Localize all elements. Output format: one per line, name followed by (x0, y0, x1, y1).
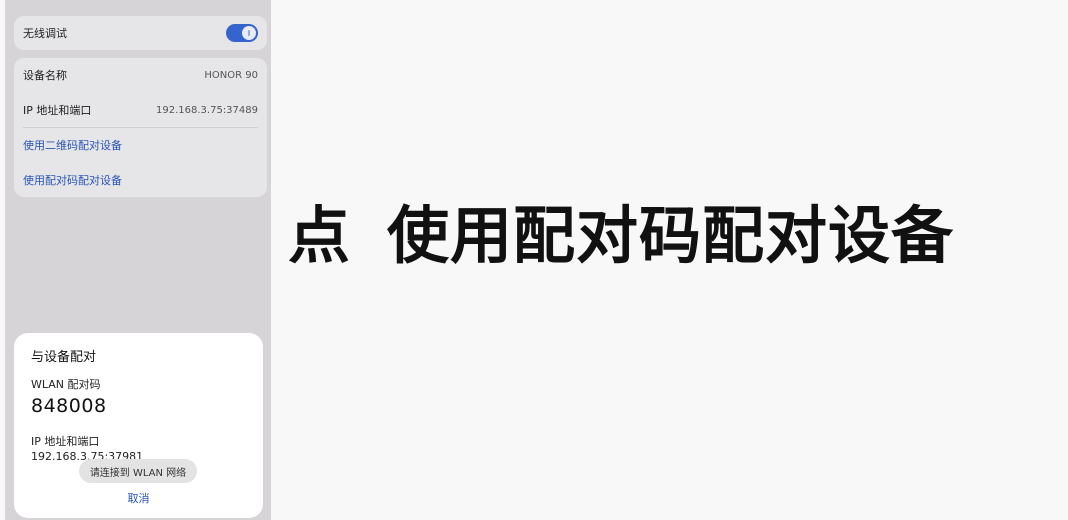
cancel-button[interactable]: 取消 (14, 490, 263, 506)
pair-qr-link[interactable]: 使用二维码配对设备 (23, 128, 258, 162)
caption-part1: 点 (288, 199, 352, 272)
wireless-debug-label: 无线调试 (23, 27, 67, 40)
instruction-caption: 点使用配对码配对设备 (288, 196, 954, 276)
device-name-row: 设备名称 HONOR 90 (23, 58, 258, 92)
pair-code-link[interactable]: 使用配对码配对设备 (23, 163, 258, 197)
toggle-knob (242, 26, 256, 40)
wireless-debug-row[interactable]: 无线调试 (23, 16, 258, 50)
phone-screenshot: 无线调试 设备名称 HONOR 90 IP 地址和端口 192.168.3.75… (5, 0, 271, 520)
toast-message: 请连接到 WLAN 网络 (79, 459, 197, 483)
dialog-title: 与设备配对 (31, 350, 97, 365)
device-name-label: 设备名称 (23, 69, 67, 82)
wireless-debug-card: 无线调试 (14, 16, 267, 50)
pair-dialog: 与设备配对 WLAN 配对码 848008 IP 地址和端口 192.168.3… (14, 333, 263, 518)
ip-port-value: 192.168.3.75:37489 (156, 104, 258, 116)
wireless-debug-toggle[interactable] (226, 24, 258, 42)
wlan-code-value: 848008 (31, 395, 107, 417)
wlan-code-label: WLAN 配对码 (31, 378, 101, 391)
device-info-card: 设备名称 HONOR 90 IP 地址和端口 192.168.3.75:3748… (14, 58, 267, 197)
ip-port-row: IP 地址和端口 192.168.3.75:37489 (23, 93, 258, 127)
caption-part2: 使用配对码配对设备 (387, 199, 955, 272)
ip-port-label: IP 地址和端口 (23, 104, 92, 117)
dialog-ip-label: IP 地址和端口 (31, 435, 100, 448)
device-name-value: HONOR 90 (204, 69, 258, 81)
